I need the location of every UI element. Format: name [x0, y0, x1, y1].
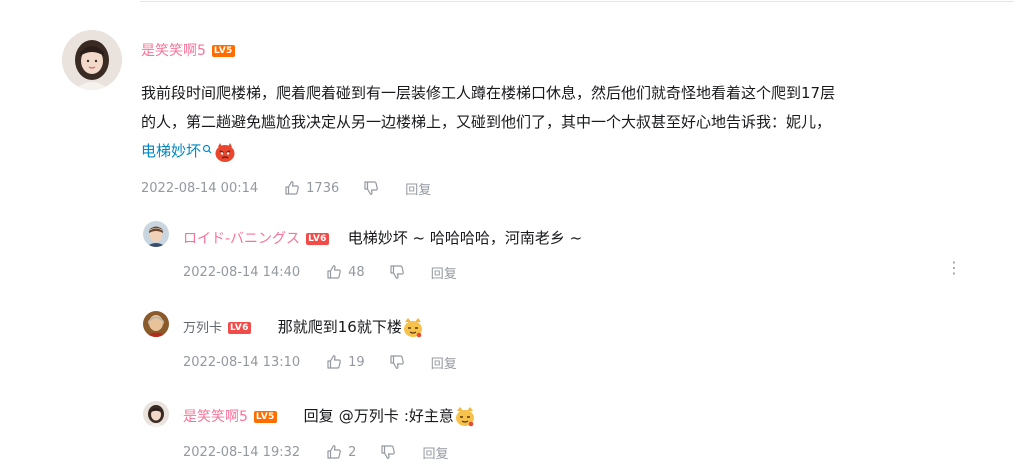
username[interactable]: 万列卡: [183, 321, 222, 336]
cat-emoji: [454, 406, 476, 428]
thumbs-up-icon[interactable]: [326, 264, 342, 280]
thumbs-down-icon[interactable]: [380, 444, 396, 460]
thumbs-down-icon[interactable]: [389, 264, 405, 280]
thumbs-up-icon[interactable]: [326, 354, 342, 370]
avatar[interactable]: [143, 401, 169, 427]
like-count: 1736: [306, 180, 340, 196]
thumbs-up-icon[interactable]: [326, 444, 342, 460]
mention-link[interactable]: @万列卡: [339, 407, 399, 425]
comment-date: 2022-08-14 00:14: [141, 180, 259, 196]
comment-line: 的人，第二趟避免尴尬我决定从另一边楼梯上，又碰到他们了，其中一个大叔甚至好心地告…: [141, 113, 832, 131]
reply-date: 2022-08-14 14:40: [183, 264, 301, 280]
reply-button[interactable]: 回复: [405, 179, 431, 198]
reply-prefix: 回复: [303, 407, 334, 425]
level-badge: LV5: [211, 44, 235, 57]
username[interactable]: ロイド-バニングス: [183, 231, 300, 247]
level-badge: LV6: [306, 232, 329, 245]
reply-header: 万列卡 LV6 那就爬到16就下楼: [183, 316, 424, 339]
more-options-icon[interactable]: ⋮: [946, 258, 962, 278]
reply-actions: 2022-08-14 13:10 19 回复: [183, 352, 457, 372]
avatar[interactable]: [143, 221, 169, 247]
comment-header: 是笑笑啊5 LV5: [141, 40, 235, 60]
divider: [140, 1, 1014, 2]
level-badge: LV5: [253, 410, 277, 423]
search-icon[interactable]: [202, 137, 212, 166]
thumbs-down-icon[interactable]: [363, 180, 379, 196]
like-count: 19: [348, 354, 365, 370]
thumbs-up-icon[interactable]: [284, 180, 300, 196]
like-count: 2: [348, 444, 357, 460]
reply-button[interactable]: 回复: [422, 443, 448, 462]
cat-emoji: [402, 317, 424, 339]
reply-header: ロイド-バニングス LV6 电梯妙坏 ~ 哈哈哈哈，河南老乡 ~: [183, 227, 582, 248]
comment-actions: 2022-08-14 00:14 1736 回复: [141, 178, 431, 198]
comment-content: 我前段时间爬楼梯，爬着爬着碰到有一层装修工人蹲在楼梯口休息，然后他们就奇怪地看着…: [141, 79, 1021, 166]
reply-button[interactable]: 回复: [431, 353, 457, 372]
reply-actions: 2022-08-14 14:40 48 回复: [183, 262, 457, 282]
username[interactable]: 是笑笑啊5: [141, 43, 206, 59]
reply-header: 是笑笑啊5 LV5 回复 @万列卡 :好主意: [183, 405, 476, 428]
reply-content: 那就爬到16就下楼: [277, 318, 402, 336]
username[interactable]: 是笑笑啊5: [183, 409, 248, 425]
comment-line: 我前段时间爬楼梯，爬着爬着碰到有一层装修工人蹲在楼梯口休息，然后他们就奇怪地看着…: [141, 84, 836, 102]
reply-content: 电梯妙坏 ~ 哈哈哈哈，河南老乡 ~: [347, 229, 583, 247]
reply-content: :好主意: [403, 407, 454, 425]
like-count: 48: [348, 264, 365, 280]
avatar[interactable]: [143, 311, 169, 337]
avatar[interactable]: [62, 30, 122, 90]
thumbs-down-icon[interactable]: [389, 354, 405, 370]
search-keyword-link[interactable]: 电梯妙坏: [141, 142, 201, 160]
reply-date: 2022-08-14 19:32: [183, 444, 301, 460]
level-badge: LV6: [228, 321, 251, 334]
reply-date: 2022-08-14 13:10: [183, 354, 301, 370]
reply-button[interactable]: 回复: [431, 263, 457, 282]
angry-face-emoji: [214, 141, 236, 163]
reply-actions: 2022-08-14 19:32 2 回复: [183, 442, 448, 462]
